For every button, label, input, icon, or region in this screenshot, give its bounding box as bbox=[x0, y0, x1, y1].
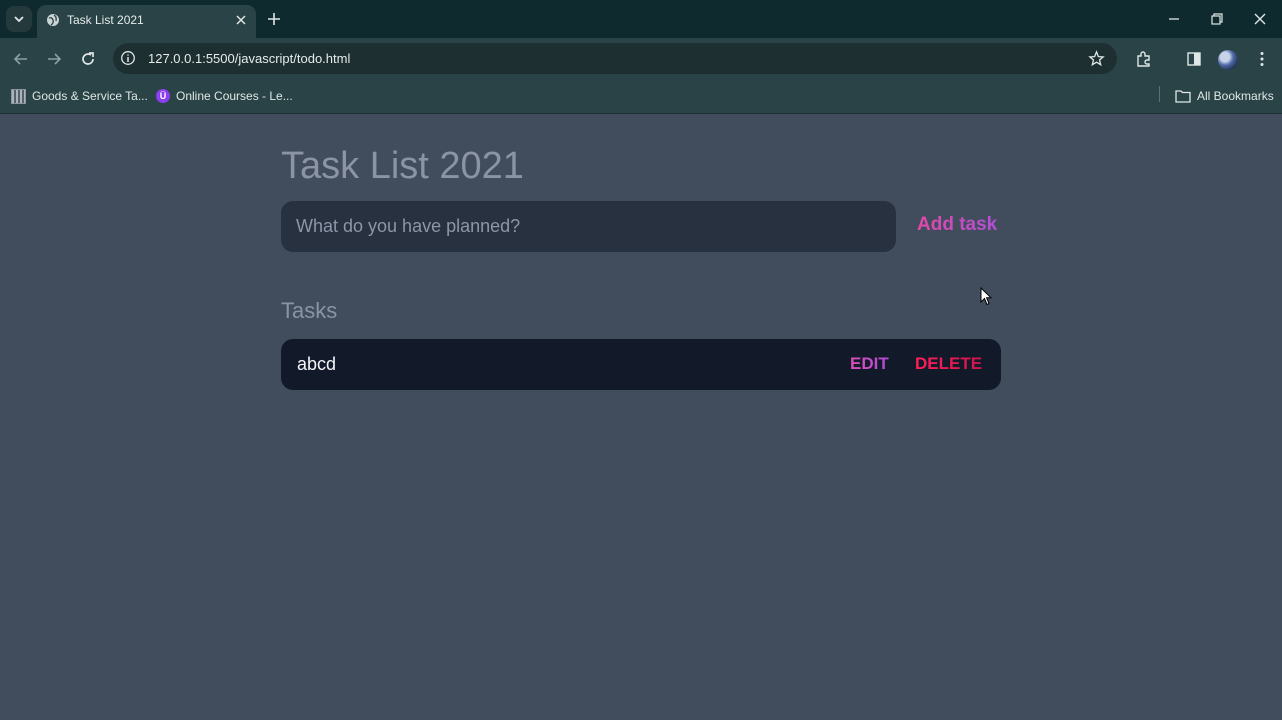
browser-toolbar: 127.0.0.1:5500/javascript/todo.html bbox=[0, 38, 1282, 80]
site-icon bbox=[11, 88, 26, 104]
close-tab-icon[interactable] bbox=[234, 13, 248, 27]
task-item: abcd EDIT DELETE bbox=[281, 339, 1001, 390]
reload-icon[interactable] bbox=[79, 50, 97, 68]
new-tab-icon[interactable] bbox=[266, 11, 282, 27]
back-icon[interactable] bbox=[12, 50, 30, 68]
bookmark-label: Goods & Service Ta... bbox=[32, 89, 148, 103]
extensions-icon[interactable] bbox=[1135, 50, 1153, 68]
delete-task-button[interactable]: DELETE bbox=[915, 354, 982, 374]
bookmark-star-icon[interactable] bbox=[1088, 50, 1105, 67]
udemy-icon: Ü bbox=[156, 89, 170, 103]
task-text: abcd bbox=[297, 354, 337, 374]
edit-task-button[interactable]: EDIT bbox=[850, 354, 889, 374]
bookmarks-divider bbox=[1159, 86, 1160, 102]
bookmark-label: Online Courses - Le... bbox=[176, 89, 293, 103]
url-text[interactable]: 127.0.0.1:5500/javascript/todo.html bbox=[148, 51, 350, 66]
bookmark-item-online-courses[interactable]: Ü Online Courses - Le... bbox=[156, 87, 293, 105]
restore-icon[interactable] bbox=[1209, 11, 1225, 27]
tab-title: Task List 2021 bbox=[67, 13, 144, 27]
close-window-icon[interactable] bbox=[1252, 11, 1268, 27]
profile-avatar[interactable] bbox=[1218, 50, 1238, 70]
bookmark-item-goods-service[interactable]: Goods & Service Ta... bbox=[11, 87, 148, 105]
bookmarks-bar: Goods & Service Ta... Ü Online Courses -… bbox=[0, 80, 1282, 114]
chevron-down-icon bbox=[14, 16, 24, 23]
task-input[interactable] bbox=[281, 201, 896, 252]
folder-icon bbox=[1175, 90, 1191, 103]
forward-icon[interactable] bbox=[45, 50, 63, 68]
tasks-heading: Tasks bbox=[281, 298, 338, 323]
add-task-button[interactable]: Add task bbox=[917, 214, 997, 236]
all-bookmarks-button[interactable]: All Bookmarks bbox=[1175, 87, 1274, 105]
tab-search-button[interactable] bbox=[6, 6, 32, 32]
tab-strip: Task List 2021 bbox=[0, 0, 1282, 38]
browser-tab[interactable]: Task List 2021 bbox=[37, 5, 256, 38]
mouse-cursor-icon bbox=[980, 287, 992, 306]
site-info-icon[interactable] bbox=[120, 50, 136, 66]
address-bar[interactable]: 127.0.0.1:5500/javascript/todo.html bbox=[113, 43, 1117, 74]
menu-kebab-icon[interactable] bbox=[1253, 50, 1271, 68]
side-panel-icon[interactable] bbox=[1185, 50, 1203, 68]
page-title: Task List 2021 bbox=[281, 145, 524, 187]
minimize-icon[interactable] bbox=[1166, 11, 1182, 27]
all-bookmarks-label: All Bookmarks bbox=[1197, 89, 1274, 103]
globe-icon bbox=[47, 14, 59, 26]
